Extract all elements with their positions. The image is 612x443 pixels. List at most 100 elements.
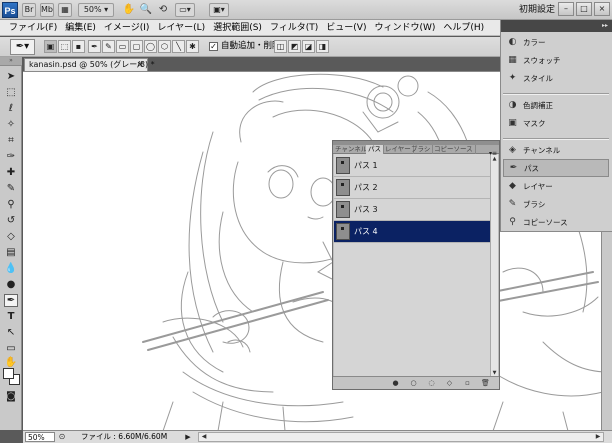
paths-panel-scrollbar[interactable]: ▲ ▼ (490, 155, 498, 377)
menu-view[interactable]: ビュー(V) (322, 20, 370, 35)
clone-stamp-tool-icon[interactable]: ⚲ (4, 198, 18, 211)
zoom-level-dropdown[interactable]: 50% ▾ (78, 3, 114, 17)
menu-image[interactable]: イメージ(I) (100, 20, 154, 35)
gradient-tool-icon[interactable]: ▤ (4, 246, 18, 259)
status-menu-arrow-icon[interactable]: ▶ (183, 432, 193, 442)
quick-selection-tool-icon[interactable]: ✧ (4, 118, 18, 131)
paths-mode-icon[interactable]: ⬚ (58, 40, 71, 53)
menu-window[interactable]: ウィンドウ(W) (370, 20, 439, 35)
path-name: パス 4 (354, 227, 378, 236)
make-work-path-icon[interactable]: ◇ (445, 379, 454, 388)
vertical-scrollbar[interactable] (601, 232, 612, 430)
path-row[interactable]: パス 1 (334, 155, 490, 177)
path-name: パス 1 (354, 161, 378, 170)
bridge-button[interactable]: Br (22, 3, 36, 17)
menu-file[interactable]: ファイル(F) (5, 20, 61, 35)
path-combine-add-icon[interactable]: ◫ (274, 40, 287, 53)
pen-tool-icon[interactable]: ✒ (4, 294, 18, 307)
dock-item-styles[interactable]: ✦ スタイル (503, 70, 609, 88)
dock-item-adjustments[interactable]: ◑ 色調補正 (503, 97, 609, 115)
styles-icon: ✦ (508, 73, 517, 83)
menu-select[interactable]: 選択範囲(S) (209, 20, 266, 35)
eraser-tool-icon[interactable]: ◇ (4, 230, 18, 243)
arrange-documents-button[interactable]: ▭▾ (175, 3, 195, 17)
polygon-shape-icon[interactable]: ⬡ (158, 40, 171, 53)
dock-item-brush[interactable]: ✎ ブラシ (503, 196, 609, 214)
eyedropper-tool-icon[interactable]: ✑ (4, 150, 18, 163)
scroll-up-icon[interactable]: ▲ (491, 155, 498, 163)
path-intersect-icon[interactable]: ◪ (302, 40, 315, 53)
horizontal-scrollbar[interactable]: ◀ ▶ (198, 432, 604, 442)
foreground-color-swatch[interactable] (3, 368, 14, 379)
collapse-dock-icon[interactable]: ▸▸ (602, 20, 608, 32)
view-extras-button[interactable]: ▦ (58, 3, 72, 17)
screen-mode-button[interactable]: ▣▾ (209, 3, 229, 17)
auto-add-delete-checkbox[interactable]: ✓ (209, 42, 218, 51)
move-tool-icon[interactable]: ➤ (4, 70, 18, 83)
crop-tool-icon[interactable]: ⌗ (4, 134, 18, 147)
pen-tool-option-icon[interactable]: ✒ (88, 40, 101, 53)
tab-paths[interactable]: パス (366, 145, 384, 154)
path-subtract-icon[interactable]: ◩ (288, 40, 301, 53)
dock-item-paths[interactable]: ✒ パス (503, 159, 609, 177)
dock-item-swatches[interactable]: ▦ スウォッチ (503, 52, 609, 70)
menu-edit[interactable]: 編集(E) (61, 20, 100, 35)
tab-clone-source[interactable]: コピーソース (432, 145, 476, 154)
status-preview-icon[interactable]: ⊙ (57, 432, 67, 442)
quick-mask-icon[interactable]: ◙ (4, 390, 18, 403)
close-window-button[interactable]: × (594, 2, 610, 16)
menu-help[interactable]: ヘルプ(H) (439, 20, 488, 35)
dock-item-layers[interactable]: ◆ レイヤー (503, 178, 609, 196)
dodge-tool-icon[interactable]: ● (4, 278, 18, 291)
menu-filter[interactable]: フィルタ(T) (266, 20, 322, 35)
rotate-view-icon[interactable]: ⟲ (156, 3, 170, 17)
scroll-right-icon[interactable]: ▶ (593, 433, 603, 441)
tool-preset-picker[interactable]: ✒▾ (10, 39, 35, 55)
dock-item-clone-source[interactable]: ⚲ コピーソース (503, 214, 609, 232)
freeform-pen-icon[interactable]: ✎ (102, 40, 115, 53)
new-path-icon[interactable]: ▫ (463, 379, 472, 388)
minimize-button[interactable]: – (558, 2, 574, 16)
dock-item-masks[interactable]: ▣ マスク (503, 115, 609, 133)
path-exclude-icon[interactable]: ◨ (316, 40, 329, 53)
path-selection-tool-icon[interactable]: ↖ (4, 326, 18, 339)
tab-channels[interactable]: チャンネル (333, 145, 371, 154)
stroke-path-icon[interactable]: ○ (409, 379, 418, 388)
close-document-icon[interactable]: × (136, 59, 144, 71)
path-row[interactable]: パス 3 (334, 199, 490, 221)
shape-layers-mode-icon[interactable]: ▣ (44, 40, 57, 53)
lasso-tool-icon[interactable]: ℓ (4, 102, 18, 115)
healing-brush-tool-icon[interactable]: ✚ (4, 166, 18, 179)
tab-brush[interactable]: ブラシ (409, 145, 434, 154)
scroll-left-icon[interactable]: ◀ (199, 433, 209, 441)
type-tool-icon[interactable]: T (4, 310, 18, 323)
rectangle-shape-icon[interactable]: ▭ (116, 40, 129, 53)
mini-bridge-button[interactable]: Mb (40, 3, 54, 17)
dock-item-label: パス (524, 164, 539, 173)
rounded-rectangle-shape-icon[interactable]: ▢ (130, 40, 143, 53)
zoom-tool-icon[interactable]: 🔍 (139, 3, 153, 17)
fill-pixels-mode-icon[interactable]: ▪ (72, 40, 85, 53)
dock-item-channels[interactable]: ◈ チャンネル (503, 142, 609, 160)
maximize-button[interactable]: □ (576, 2, 592, 16)
history-brush-tool-icon[interactable]: ↺ (4, 214, 18, 227)
load-path-as-selection-icon[interactable]: ◌ (427, 379, 436, 388)
document-tab[interactable]: kanasin.psd @ 50% (グレー/8) * × (24, 58, 155, 71)
fill-path-icon[interactable]: ● (391, 379, 400, 388)
shape-tool-icon[interactable]: ▭ (4, 342, 18, 355)
path-row[interactable]: パス 2 (334, 177, 490, 199)
brush-tool-icon[interactable]: ✎ (4, 182, 18, 195)
delete-path-icon[interactable]: 🗑 (481, 379, 490, 388)
dock-header[interactable]: ▸▸ (501, 20, 612, 32)
dock-item-color[interactable]: ◐ カラー (503, 34, 609, 52)
status-zoom-field[interactable]: 50% (25, 432, 55, 442)
hand-tool-icon[interactable]: ✋ (122, 3, 136, 17)
custom-shape-icon[interactable]: ✱ (186, 40, 199, 53)
marquee-tool-icon[interactable]: ⬚ (4, 86, 18, 99)
path-row-selected[interactable]: パス 4 (334, 221, 490, 243)
menu-layer[interactable]: レイヤー(L) (153, 20, 209, 35)
tools-panel-grip[interactable]: » (0, 57, 22, 66)
ellipse-shape-icon[interactable]: ◯ (144, 40, 157, 53)
line-shape-icon[interactable]: ╲ (172, 40, 185, 53)
blur-tool-icon[interactable]: 💧 (4, 262, 18, 275)
